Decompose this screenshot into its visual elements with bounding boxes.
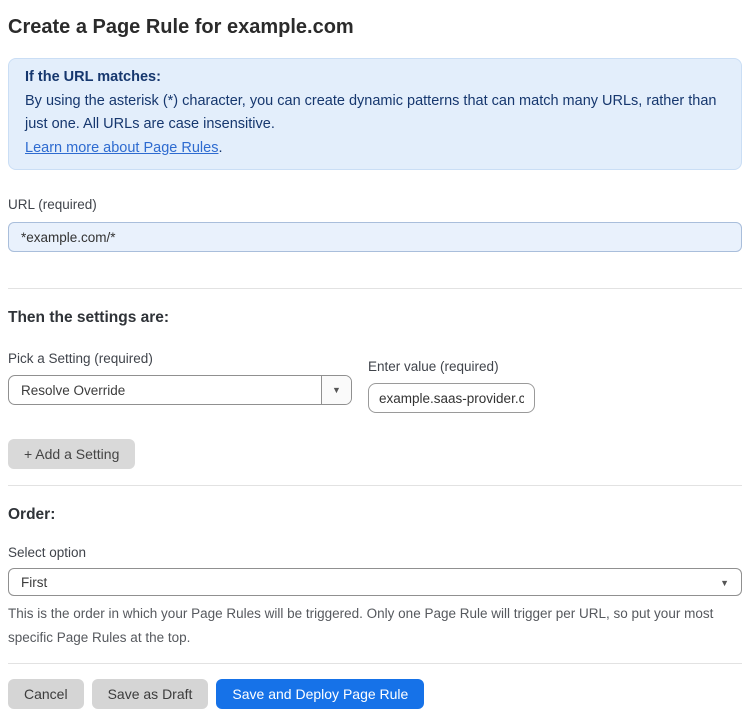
create-page-rule-panel: Create a Page Rule for example.com If th… [0,14,750,709]
info-box-body: By using the asterisk (*) character, you… [25,92,717,133]
info-box-heading: If the URL matches: [25,69,161,85]
order-select-value: First [21,574,48,590]
order-section-heading: Order: [8,506,56,523]
setting-select-value: Resolve Override [21,382,126,398]
divider [8,485,742,486]
setting-select-label: Pick a Setting (required) [8,351,153,366]
order-help-text: This is the order in which your Page Rul… [8,606,714,645]
settings-section-heading: Then the settings are: [8,309,170,326]
setting-select-arrow-box[interactable]: ▼ [321,376,351,404]
save-as-draft-button[interactable]: Save as Draft [91,679,209,709]
setting-value-input[interactable] [368,383,535,413]
divider [8,663,742,664]
value-field-group: Enter value (required) [368,359,535,413]
save-and-deploy-button[interactable]: Save and Deploy Page Rule [216,679,425,709]
order-select-label: Select option [8,545,87,560]
value-field-label: Enter value (required) [368,359,499,374]
url-field-group: URL (required) [8,196,742,252]
chevron-down-icon: ▼ [332,384,341,395]
setting-select-group: Pick a Setting (required) Resolve Overri… [8,351,352,405]
info-box-link-line: Learn more about Page Rules. [25,137,725,161]
add-setting-button[interactable]: + Add a Setting [8,439,136,469]
page-title: Create a Page Rule for example.com [8,16,354,38]
cancel-button[interactable]: Cancel [8,679,84,709]
footer-button-row: Cancel Save as Draft Save and Deploy Pag… [8,679,742,709]
url-match-info-box: If the URL matches: By using the asteris… [8,58,742,170]
chevron-down-icon: ▼ [720,578,729,588]
order-select[interactable]: First ▼ [8,568,742,596]
settings-row: Pick a Setting (required) Resolve Overri… [8,351,742,413]
link-suffix: . [218,139,223,156]
url-field-label: URL (required) [8,197,97,212]
divider [8,288,742,289]
learn-more-link[interactable]: Learn more about Page Rules [25,140,218,156]
url-input[interactable] [8,222,742,252]
setting-select[interactable]: Resolve Override ▼ [8,375,352,405]
